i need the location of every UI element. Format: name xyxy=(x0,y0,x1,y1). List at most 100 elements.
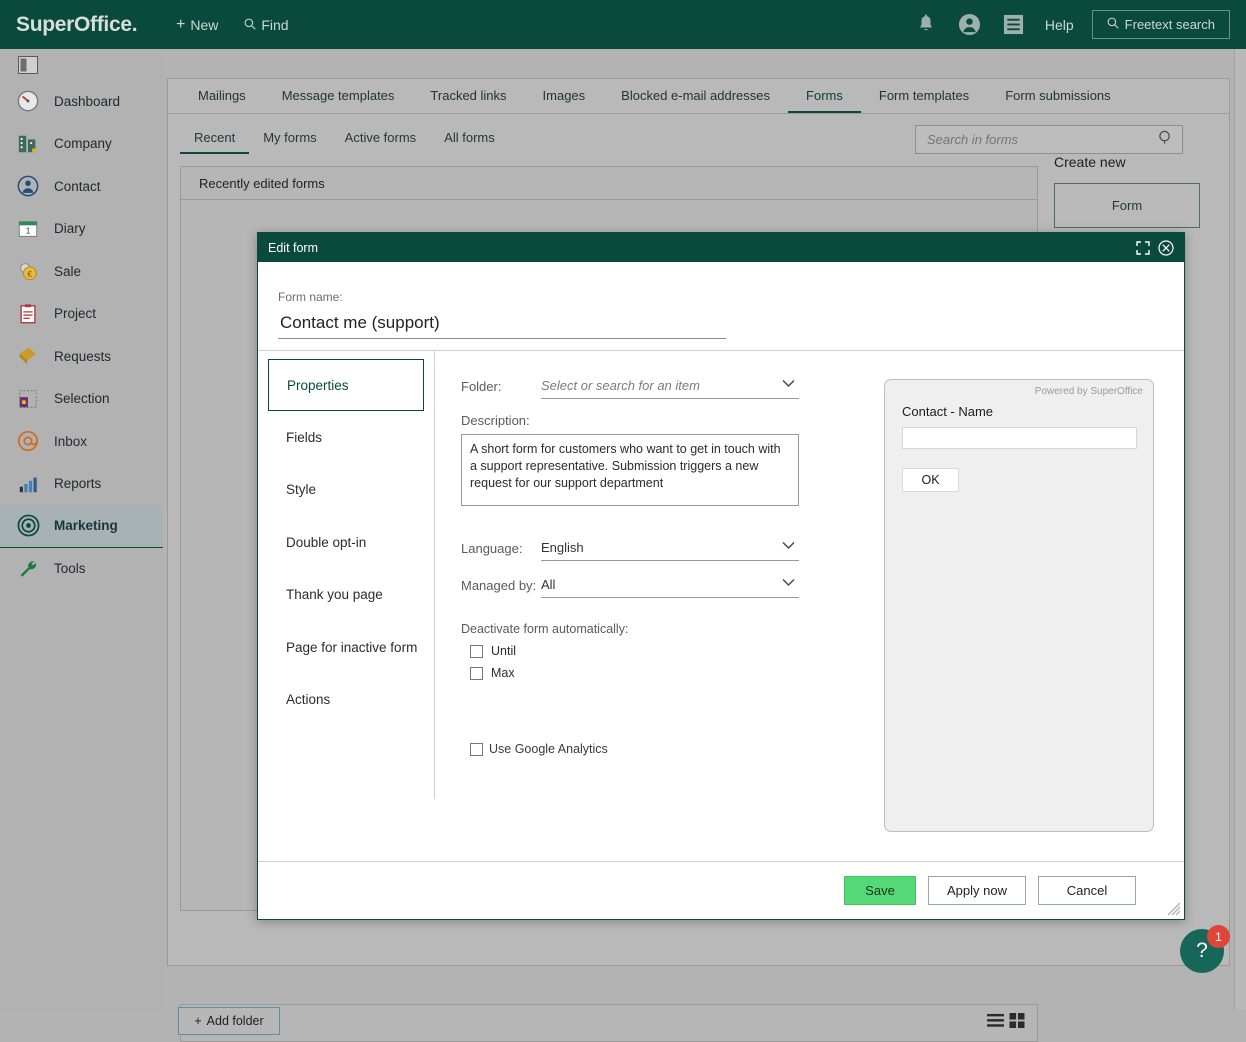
cancel-button[interactable]: Cancel xyxy=(1038,876,1136,905)
grid-selection-icon xyxy=(16,387,40,411)
tab-form-submissions[interactable]: Form submissions xyxy=(987,79,1128,113)
coins-icon: € xyxy=(16,259,40,283)
target-icon xyxy=(16,514,40,538)
powered-by-label: Powered by SuperOffice xyxy=(1034,386,1143,397)
apply-now-button[interactable]: Apply now xyxy=(928,876,1026,905)
help-link[interactable]: Help xyxy=(1045,17,1074,33)
dialog-nav-double-opt-in[interactable]: Double opt-in xyxy=(258,516,434,569)
search-input[interactable] xyxy=(925,131,1158,148)
google-analytics-label: Use Google Analytics xyxy=(489,742,608,756)
dialog-footer: Save Apply now Cancel xyxy=(258,861,1184,919)
description-textarea[interactable] xyxy=(461,434,799,506)
header-actions: Help Freetext search xyxy=(913,10,1230,39)
subtab-active-forms[interactable]: Active forms xyxy=(331,126,431,154)
grid-view-icon[interactable] xyxy=(1009,1013,1025,1033)
sidebar-label: Inbox xyxy=(54,433,88,449)
sidebar-label: Contact xyxy=(54,178,101,194)
sidebar-item-inbox[interactable]: Inbox xyxy=(0,420,163,463)
chevron-down-icon xyxy=(782,576,795,590)
list-menu-icon[interactable] xyxy=(1001,12,1027,38)
sidebar-item-contact[interactable]: Contact xyxy=(0,165,163,208)
create-new-title: Create new xyxy=(1054,154,1126,170)
form-preview-panel: Powered by SuperOffice Contact - Name OK xyxy=(884,379,1154,832)
create-form-button[interactable]: Form xyxy=(1054,183,1200,228)
at-sign-icon xyxy=(16,429,40,453)
sidebar-collapse-toggle[interactable] xyxy=(0,49,163,80)
sidebar-item-diary[interactable]: 1 Diary xyxy=(0,208,163,251)
tab-blocked-email-addresses[interactable]: Blocked e-mail addresses xyxy=(603,79,788,113)
building-icon xyxy=(16,132,40,156)
new-label: New xyxy=(190,16,219,33)
until-checkbox[interactable] xyxy=(470,644,483,658)
google-analytics-checkbox[interactable] xyxy=(470,742,483,756)
help-badge-count: 1 xyxy=(1207,925,1230,948)
folder-label: Folder: xyxy=(461,378,502,394)
find-button[interactable]: Find xyxy=(244,16,289,33)
sidebar-item-company[interactable]: Company xyxy=(0,123,163,166)
sidebar-item-tools[interactable]: Tools xyxy=(0,548,163,591)
tab-message-templates[interactable]: Message templates xyxy=(264,79,413,113)
chevron-down-icon xyxy=(782,377,795,391)
app-logo: SuperOffice. xyxy=(16,12,138,36)
sidebar-label: Tools xyxy=(54,561,86,577)
user-avatar-icon[interactable] xyxy=(957,12,983,38)
right-scroll-edge xyxy=(1234,49,1246,1010)
new-button[interactable]: + New xyxy=(176,16,218,34)
subtab-recent[interactable]: Recent xyxy=(180,126,250,154)
close-icon[interactable] xyxy=(1158,239,1174,256)
search-icon[interactable] xyxy=(1158,130,1173,150)
tab-forms[interactable]: Forms xyxy=(788,79,861,113)
left-sidebar: Dashboard Company Contact 1 Diary € Sale… xyxy=(0,49,163,1010)
sidebar-label: Company xyxy=(54,136,112,152)
panel-toggle-icon xyxy=(18,55,38,74)
forms-search-box[interactable] xyxy=(915,125,1183,154)
add-folder-button[interactable]: + Add folder xyxy=(178,1007,280,1035)
dialog-nav-style[interactable]: Style xyxy=(258,464,434,517)
resize-handle[interactable] xyxy=(1167,902,1181,916)
bell-icon[interactable] xyxy=(913,12,939,38)
sidebar-label: Marketing xyxy=(54,518,118,534)
sidebar-item-sale[interactable]: € Sale xyxy=(0,250,163,293)
preview-ok-button[interactable]: OK xyxy=(902,468,959,492)
sidebar-item-project[interactable]: Project xyxy=(0,293,163,336)
save-button[interactable]: Save xyxy=(844,876,916,905)
dialog-title-bar: Edit form xyxy=(258,233,1184,262)
subtab-all-forms[interactable]: All forms xyxy=(430,126,509,154)
sidebar-item-dashboard[interactable]: Dashboard xyxy=(0,80,163,123)
properties-pane: Folder: Select or search for an item Des… xyxy=(435,351,1184,832)
freetext-search-button[interactable]: Freetext search xyxy=(1091,10,1230,39)
subtab-my-forms[interactable]: My forms xyxy=(249,126,330,154)
language-select-value: English xyxy=(541,540,584,555)
sidebar-label: Reports xyxy=(54,476,102,492)
tab-mailings[interactable]: Mailings xyxy=(180,79,264,113)
max-label: Max xyxy=(491,666,515,680)
tab-images[interactable]: Images xyxy=(525,79,604,113)
folder-select[interactable]: Select or search for an item xyxy=(541,373,799,399)
dialog-nav-actions[interactable]: Actions xyxy=(258,674,434,727)
dialog-nav-page-for-inactive-form[interactable]: Page for inactive form xyxy=(258,621,434,674)
svg-text:1: 1 xyxy=(26,226,31,235)
person-icon xyxy=(16,174,40,198)
marketing-tabstrip: Mailings Message templates Tracked links… xyxy=(168,79,1229,114)
max-checkbox[interactable] xyxy=(470,666,483,680)
form-name-input[interactable] xyxy=(278,312,726,339)
dialog-nav-thank-you-page[interactable]: Thank you page xyxy=(258,569,434,622)
managed-by-select[interactable]: All xyxy=(541,572,799,598)
sidebar-item-requests[interactable]: Requests xyxy=(0,335,163,378)
sidebar-item-reports[interactable]: Reports xyxy=(0,463,163,506)
list-view-icon[interactable] xyxy=(987,1013,1004,1033)
sidebar-label: Dashboard xyxy=(54,93,121,109)
form-name-label: Form name: xyxy=(278,290,343,304)
tab-tracked-links[interactable]: Tracked links xyxy=(412,79,524,113)
dialog-nav-properties[interactable]: Properties xyxy=(268,359,424,411)
sidebar-item-selection[interactable]: Selection xyxy=(0,378,163,421)
wrench-icon xyxy=(16,557,40,581)
sidebar-item-marketing[interactable]: Marketing xyxy=(0,505,163,548)
find-label: Find xyxy=(261,16,289,33)
language-select[interactable]: English xyxy=(541,535,799,561)
dialog-nav-fields[interactable]: Fields xyxy=(258,411,434,464)
add-folder-label: Add folder xyxy=(206,1014,264,1028)
preview-field-input[interactable] xyxy=(902,427,1137,449)
tab-form-templates[interactable]: Form templates xyxy=(861,79,987,113)
maximize-icon[interactable] xyxy=(1136,240,1150,255)
